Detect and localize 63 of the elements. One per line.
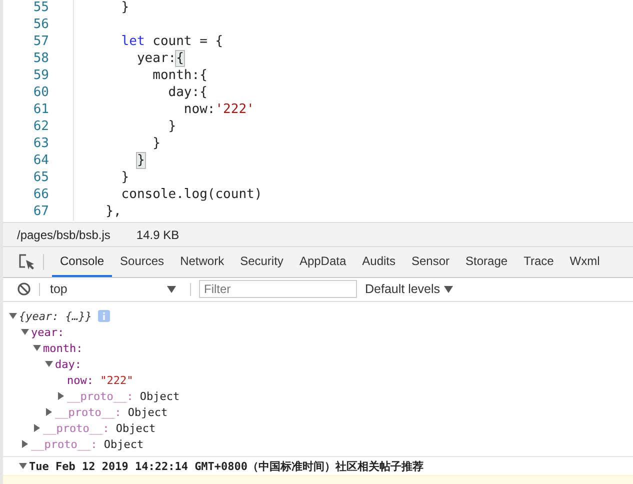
property-entry: __proto__: Object: [43, 422, 156, 434]
expand-arrow-icon[interactable]: [21, 328, 29, 336]
code-line: }: [152, 136, 160, 152]
devtools-tab[interactable]: AppData: [291, 247, 354, 277]
code-line: },: [104, 204, 122, 220]
filter-field[interactable]: Filter: [199, 280, 357, 298]
context-select[interactable]: top: [48, 282, 182, 296]
devtools-tab[interactable]: Wxml: [562, 247, 608, 277]
property-entry: __proto__: Object: [55, 406, 168, 418]
line-number: 59: [3, 66, 74, 85]
expand-arrow-icon[interactable]: [9, 312, 17, 320]
devtools-tab[interactable]: Console: [52, 247, 112, 277]
clear-console-icon[interactable]: [17, 282, 31, 296]
property-entry: year:: [31, 326, 64, 338]
expand-arrow-icon[interactable]: [57, 392, 65, 400]
expand-arrow-icon[interactable]: [33, 424, 41, 432]
devtools-tab[interactable]: Storage: [458, 247, 516, 277]
code-line: let count = {: [120, 34, 224, 50]
code-line: year:{: [136, 51, 184, 66]
devtools-tab[interactable]: Sensor: [404, 247, 458, 277]
line-number: 63: [3, 134, 74, 153]
dropdown-caret-icon: [167, 286, 176, 293]
devtools-tab[interactable]: Trace: [516, 247, 562, 277]
code-line: }: [120, 0, 130, 16]
line-number: 60: [3, 84, 74, 102]
line-number: 61: [3, 100, 74, 119]
line-number: 65: [3, 168, 74, 187]
log-group-title: Tue Feb 12 2019 14:22:14 GMT+0800（中国标准时间）社区相关帖子推荐: [29, 458, 424, 474]
expand-arrow-icon[interactable]: [45, 408, 53, 416]
line-number: 57: [3, 32, 74, 51]
property-entry: day:: [55, 358, 82, 370]
line-number: 66: [3, 186, 74, 204]
property-entry: __proto__: Object: [31, 438, 144, 450]
code-line: }: [167, 119, 176, 134]
file-size: 14.9 KB: [136, 228, 180, 242]
expand-arrow-icon[interactable]: [33, 344, 41, 352]
expand-arrow-icon[interactable]: [45, 360, 53, 368]
code-line: }: [120, 170, 130, 186]
code-line: day:{: [167, 85, 208, 100]
devtools-tab[interactable]: Audits: [354, 247, 404, 277]
inspect-icon[interactable]: [19, 254, 35, 270]
line-number: 64: [3, 152, 74, 170]
line-number: 56: [3, 16, 74, 34]
expand-arrow-icon[interactable]: [21, 440, 29, 448]
code-line: month:{: [152, 68, 208, 84]
devtools-tab[interactable]: Sources: [112, 247, 172, 277]
line-number: 67: [3, 202, 74, 221]
object-summary: {year: {…}}: [19, 310, 92, 322]
line-number: 62: [3, 118, 74, 136]
line-number: 55: [3, 0, 74, 17]
code-line: console.log(count): [120, 187, 262, 202]
property-entry: month:: [43, 342, 83, 354]
line-number: 58: [3, 50, 74, 68]
levels-dropdown[interactable]: Default levels: [365, 282, 453, 296]
info-icon: [98, 310, 110, 322]
devtools-tab[interactable]: Security: [232, 247, 292, 277]
expand-arrow-icon[interactable]: [19, 462, 27, 470]
dropdown-caret-icon: [444, 286, 453, 294]
property-entry: now: "222": [67, 374, 134, 386]
file-path: /pages/bsb/bsb.js: [17, 228, 110, 242]
property-entry: __proto__: Object: [67, 390, 180, 402]
devtools-tab[interactable]: Network: [172, 247, 232, 277]
code-line: now:'222': [182, 102, 254, 118]
